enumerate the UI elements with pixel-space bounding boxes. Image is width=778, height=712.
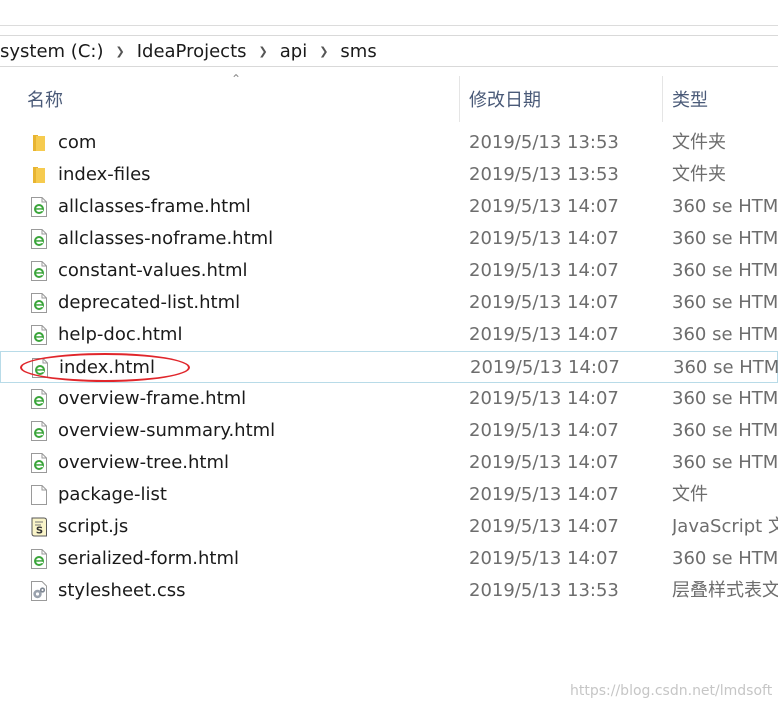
file-modified-date: 2019/5/13 14:07 bbox=[469, 196, 619, 217]
file-name: deprecated-list.html bbox=[58, 292, 241, 313]
file-name: stylesheet.css bbox=[58, 580, 186, 601]
file-type: 360 se HTML bbox=[672, 228, 778, 249]
file-type: 层叠样式表文 bbox=[672, 580, 778, 601]
file-modified-date: 2019/5/13 14:07 bbox=[469, 388, 619, 409]
toolbar-divider bbox=[0, 25, 778, 26]
file-modified-date: 2019/5/13 14:07 bbox=[469, 484, 619, 505]
file-type: 文件夹 bbox=[672, 164, 726, 185]
file-modified-date: 2019/5/13 14:07 bbox=[469, 228, 619, 249]
file-modified-date: 2019/5/13 14:07 bbox=[469, 516, 619, 537]
file-type: 360 se HTML bbox=[672, 388, 778, 409]
file-modified-date: 2019/5/13 14:07 bbox=[470, 357, 620, 378]
css-file-icon bbox=[30, 581, 48, 601]
file-type: 文件夹 bbox=[672, 132, 726, 153]
html-file-icon bbox=[30, 197, 48, 217]
file-name: allclasses-noframe.html bbox=[58, 228, 274, 249]
file-type: 360 se HTML bbox=[672, 548, 778, 569]
svg-text:S: S bbox=[36, 526, 43, 537]
file-type: 360 se HTML bbox=[672, 292, 778, 313]
file-type: 360 se HTML bbox=[672, 260, 778, 281]
breadcrumb-drive[interactable]: system (C:) bbox=[0, 41, 109, 62]
file-row-constant-values-html[interactable]: constant-values.html 2019/5/13 14:07 360 s… bbox=[0, 255, 778, 287]
file-row-deprecated-list-html[interactable]: deprecated-list.html 2019/5/13 14:07 360 s… bbox=[0, 287, 778, 319]
column-header-row: 名称 修改日期 类型 bbox=[0, 76, 778, 122]
file-name: overview-summary.html bbox=[58, 420, 276, 441]
file-row-overview-summary-html[interactable]: overview-summary.html 2019/5/13 14:07 360 … bbox=[0, 415, 778, 447]
file-name: package-list bbox=[58, 484, 167, 505]
breadcrumb-api[interactable]: api bbox=[274, 41, 313, 62]
html-file-icon bbox=[30, 389, 48, 409]
file-type: 360 se HTML bbox=[672, 452, 778, 473]
file-list: com 2019/5/13 13:53 文件夹 index-files 2019/5/1… bbox=[0, 127, 778, 607]
file-modified-date: 2019/5/13 13:53 bbox=[469, 164, 619, 185]
file-modified-date: 2019/5/13 14:07 bbox=[469, 548, 619, 569]
html-file-icon bbox=[30, 549, 48, 569]
file-modified-date: 2019/5/13 14:07 bbox=[469, 452, 619, 473]
file-row-overview-tree-html[interactable]: overview-tree.html 2019/5/13 14:07 360 se … bbox=[0, 447, 778, 479]
file-name: index.html bbox=[59, 357, 155, 378]
breadcrumb-chevron-icon[interactable]: ❯ bbox=[109, 45, 130, 58]
file-modified-date: 2019/5/13 13:53 bbox=[469, 580, 619, 601]
address-bar[interactable]: system (C:) ❯ IdeaProjects ❯ api ❯ sms bbox=[0, 35, 778, 67]
html-file-icon bbox=[30, 325, 48, 345]
file-type: 文件 bbox=[672, 484, 708, 505]
column-divider[interactable] bbox=[662, 76, 663, 122]
file-row-serialized-form-html[interactable]: serialized-form.html 2019/5/13 14:07 360 s… bbox=[0, 543, 778, 575]
breadcrumb-ideaprojects[interactable]: IdeaProjects bbox=[131, 41, 253, 62]
file-name: help-doc.html bbox=[58, 324, 183, 345]
file-row-com[interactable]: com 2019/5/13 13:53 文件夹 bbox=[0, 127, 778, 159]
file-row-script-js[interactable]: Sscript.js 2019/5/13 14:07 JavaScript 文 bbox=[0, 511, 778, 543]
column-divider[interactable] bbox=[459, 76, 460, 122]
html-file-icon bbox=[30, 261, 48, 281]
file-row-allclasses-noframe-html[interactable]: allclasses-noframe.html 2019/5/13 14:07 36… bbox=[0, 223, 778, 255]
file-name: com bbox=[58, 132, 97, 153]
file-row-stylesheet-css[interactable]: stylesheet.css 2019/5/13 13:53 层叠样式表文 bbox=[0, 575, 778, 607]
file-name: script.js bbox=[58, 516, 129, 537]
file-row-help-doc-html[interactable]: help-doc.html 2019/5/13 14:07 360 se HTML bbox=[0, 319, 778, 351]
file-type: JavaScript 文 bbox=[672, 516, 778, 537]
file-type: 360 se HTML bbox=[672, 324, 778, 345]
html-file-icon bbox=[30, 229, 48, 249]
file-name: serialized-form.html bbox=[58, 548, 240, 569]
file-modified-date: 2019/5/13 14:07 bbox=[469, 324, 619, 345]
file-modified-date: 2019/5/13 14:07 bbox=[469, 260, 619, 281]
blank-file-icon bbox=[30, 485, 48, 505]
column-header-name[interactable]: 名称 bbox=[27, 76, 63, 122]
file-type: 360 se HTML bbox=[672, 196, 778, 217]
script-file-icon: S bbox=[30, 517, 48, 537]
breadcrumb-sms[interactable]: sms bbox=[334, 41, 382, 62]
html-file-icon bbox=[31, 358, 49, 378]
folder-icon bbox=[30, 133, 48, 153]
file-modified-date: 2019/5/13 14:07 bbox=[469, 292, 619, 313]
file-row-allclasses-frame-html[interactable]: allclasses-frame.html 2019/5/13 14:07 360 … bbox=[0, 191, 778, 223]
file-modified-date: 2019/5/13 14:07 bbox=[469, 420, 619, 441]
html-file-icon bbox=[30, 453, 48, 473]
file-row-index-html[interactable]: index.html 2019/5/13 14:07 360 se HTML bbox=[0, 351, 778, 383]
file-row-package-list[interactable]: package-list 2019/5/13 14:07 文件 bbox=[0, 479, 778, 511]
column-header-date[interactable]: 修改日期 bbox=[469, 76, 541, 122]
file-type: 360 se HTML bbox=[673, 357, 778, 378]
html-file-icon bbox=[30, 293, 48, 313]
breadcrumb-chevron-icon[interactable]: ❯ bbox=[313, 45, 334, 58]
file-modified-date: 2019/5/13 13:53 bbox=[469, 132, 619, 153]
file-type: 360 se HTML bbox=[672, 420, 778, 441]
file-name: allclasses-frame.html bbox=[58, 196, 251, 217]
breadcrumb-chevron-icon[interactable]: ❯ bbox=[253, 45, 274, 58]
folder-icon bbox=[30, 165, 48, 185]
file-row-index-files[interactable]: index-files 2019/5/13 13:53 文件夹 bbox=[0, 159, 778, 191]
file-name: constant-values.html bbox=[58, 260, 248, 281]
file-name: index-files bbox=[58, 164, 151, 185]
column-header-type[interactable]: 类型 bbox=[672, 76, 708, 122]
watermark: https://blog.csdn.net/lmdsoft bbox=[570, 683, 773, 699]
file-row-overview-frame-html[interactable]: overview-frame.html 2019/5/13 14:07 360 se… bbox=[0, 383, 778, 415]
file-name: overview-tree.html bbox=[58, 452, 230, 473]
html-file-icon bbox=[30, 421, 48, 441]
file-name: overview-frame.html bbox=[58, 388, 247, 409]
